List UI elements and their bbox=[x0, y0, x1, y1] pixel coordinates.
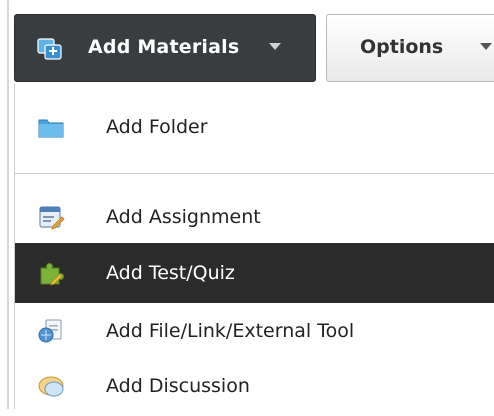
menu-item-add-folder[interactable]: Add Folder bbox=[15, 97, 494, 157]
options-button[interactable]: Options bbox=[326, 14, 494, 82]
test-quiz-icon bbox=[40, 262, 65, 286]
add-materials-icon bbox=[37, 38, 62, 60]
chevron-down-icon bbox=[269, 43, 281, 50]
menu-divider bbox=[15, 173, 494, 174]
add-materials-dropdown: Add Folder Add Assignment Add Test/Quiz … bbox=[14, 84, 494, 409]
menu-item-label: Add Assignment bbox=[106, 206, 261, 228]
assignment-icon bbox=[39, 206, 65, 230]
discussion-icon bbox=[38, 376, 64, 397]
menu-item-label: Add Folder bbox=[106, 116, 208, 138]
add-materials-label: Add Materials bbox=[88, 36, 240, 58]
options-label: Options bbox=[360, 36, 444, 58]
menu-item-add-assignment[interactable]: Add Assignment bbox=[15, 187, 494, 247]
add-materials-button[interactable]: Add Materials bbox=[14, 14, 316, 82]
folder-icon bbox=[38, 119, 64, 138]
menu-item-add-test-quiz[interactable]: Add Test/Quiz bbox=[15, 243, 494, 303]
chevron-down-icon bbox=[480, 43, 492, 50]
file-link-icon bbox=[38, 319, 62, 343]
page-left-border bbox=[7, 0, 9, 409]
menu-item-add-discussion[interactable]: Add Discussion bbox=[15, 356, 494, 416]
menu-item-add-file-link-external-tool[interactable]: Add File/Link/External Tool bbox=[15, 301, 494, 361]
menu-item-label: Add Discussion bbox=[106, 375, 250, 397]
menu-item-label: Add File/Link/External Tool bbox=[106, 320, 355, 342]
menu-item-label: Add Test/Quiz bbox=[106, 262, 235, 284]
